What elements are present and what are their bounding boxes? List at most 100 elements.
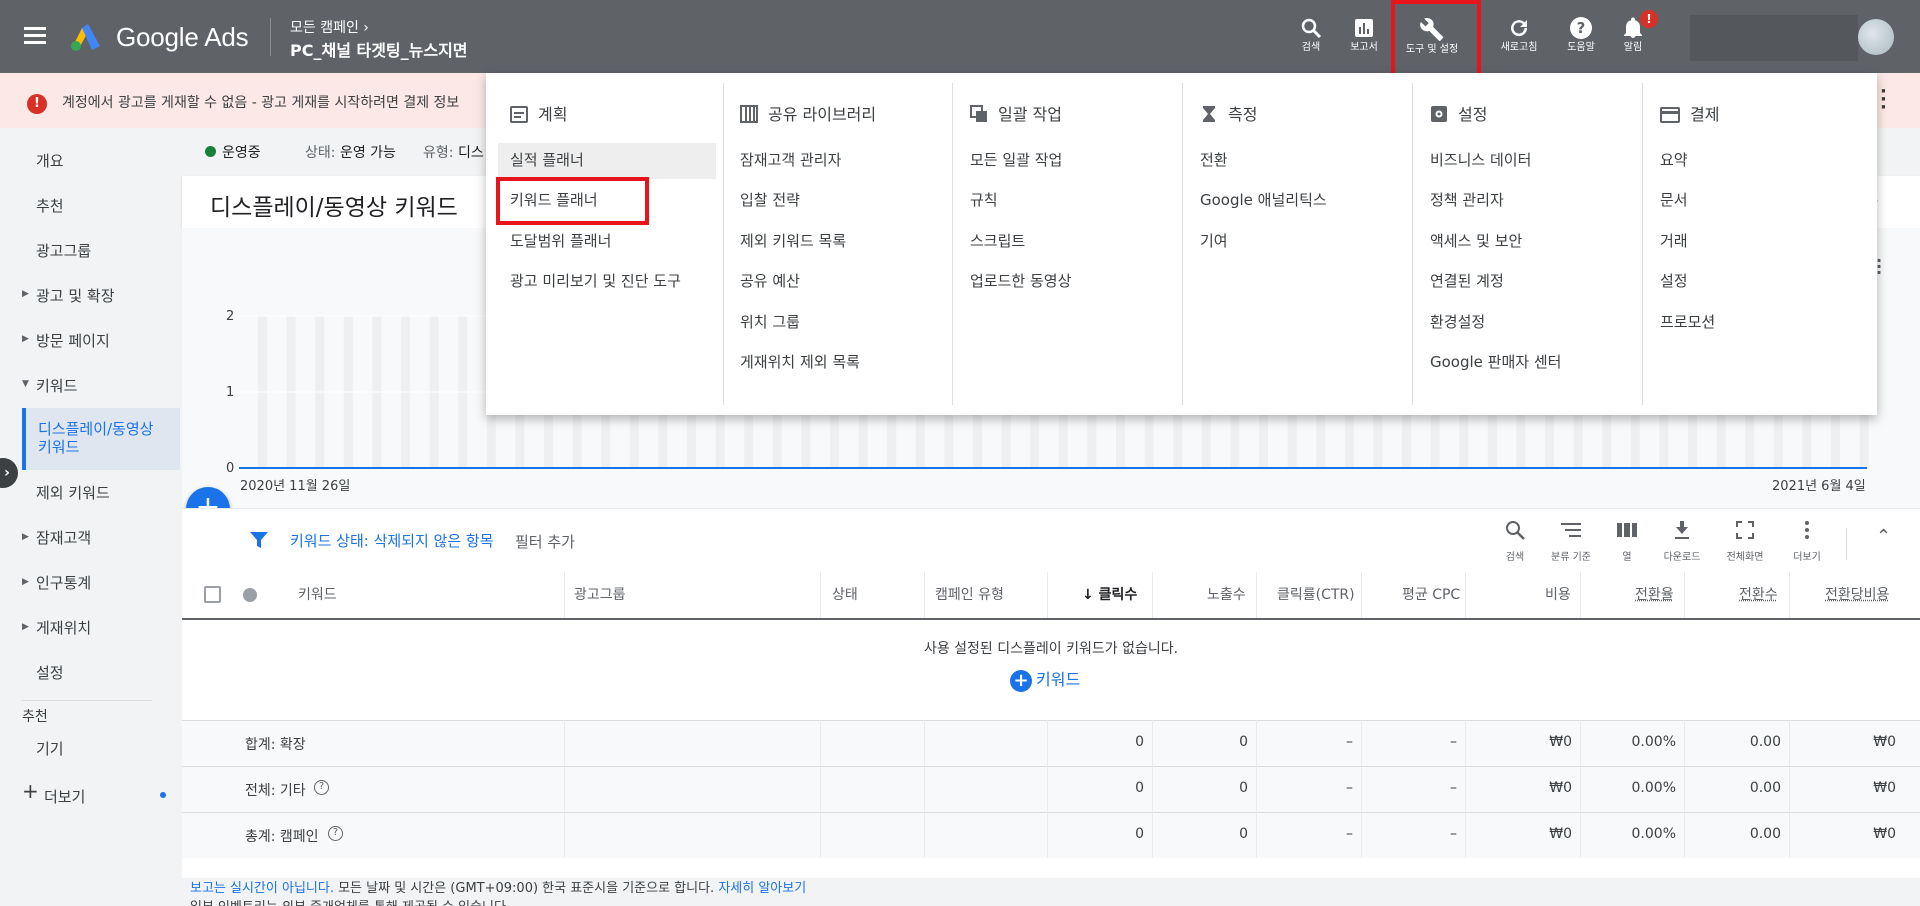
avatar[interactable] xyxy=(1858,19,1894,55)
menu-item-uploaded-videos[interactable]: 업로드한 동영상 xyxy=(970,270,1071,291)
menu-item-conversions[interactable]: 전환 xyxy=(1200,149,1228,170)
column-divider xyxy=(1684,812,1685,858)
sidebar-item-demographics[interactable]: 인구통계 xyxy=(36,572,91,593)
fullscreen-icon xyxy=(1736,521,1754,539)
menu-item-performance-planner[interactable]: 실적 플래너 xyxy=(510,149,584,170)
summary-row-label: 전체: 기타 xyxy=(245,783,306,799)
summary-cell-impressions: 0 xyxy=(1239,734,1248,750)
learn-more-link[interactable]: 자세히 알아보기 xyxy=(718,881,806,896)
col-ctr[interactable]: 클릭률(CTR) xyxy=(1277,572,1355,618)
sidebar-item-settings[interactable]: 설정 xyxy=(36,662,64,683)
col-conv-rate[interactable]: 전환율 xyxy=(1635,572,1674,618)
menu-item-promotions[interactable]: 프로모션 xyxy=(1660,311,1715,332)
menu-item-ad-preview[interactable]: 광고 미리보기 및 진단 도구 xyxy=(510,270,681,291)
search-icon xyxy=(1301,18,1322,39)
chevron-up-icon[interactable]: ⌃ xyxy=(1876,526,1891,547)
campaign-name[interactable]: PC_채널 타겟팅_뉴스지면 xyxy=(290,37,468,61)
menu-item-rules[interactable]: 규칙 xyxy=(970,189,998,210)
select-all-checkbox[interactable] xyxy=(204,586,221,603)
col-status[interactable]: 상태 xyxy=(832,572,858,618)
col-conversions[interactable]: 전환수 xyxy=(1739,572,1778,618)
filter-icon[interactable] xyxy=(249,530,269,550)
menu-item-scripts[interactable]: 스크립트 xyxy=(970,230,1025,251)
menu-item-google-analytics[interactable]: Google 애널리틱스 xyxy=(1200,189,1327,210)
menu-item-linked-accounts[interactable]: 연결된 계정 xyxy=(1430,270,1504,291)
menu-item-preferences[interactable]: 환경설정 xyxy=(1430,311,1485,332)
column-divider xyxy=(1152,766,1153,812)
sidebar-item-display-keywords[interactable]: 디스플레이/동영상 키워드 xyxy=(22,408,180,470)
menu-item-business-data[interactable]: 비즈니스 데이터 xyxy=(1430,149,1531,170)
menu-item-shared-budgets[interactable]: 공유 예산 xyxy=(740,270,800,291)
menu-item-access-security[interactable]: 액세스 및 보안 xyxy=(1430,230,1522,251)
menu-icon[interactable] xyxy=(24,27,46,45)
menu-item-reach-planner[interactable]: 도달범위 플래너 xyxy=(510,230,611,251)
account-info-box[interactable] xyxy=(1690,15,1858,61)
sidebar-item-recommendations[interactable]: 추천 xyxy=(36,195,64,216)
summary-cell-clicks: 0 xyxy=(1135,826,1144,842)
refresh-button[interactable]: 새로고침 xyxy=(1491,12,1547,68)
col-avg-cpc[interactable]: 평균 CPC xyxy=(1402,572,1460,618)
col-keyword[interactable]: 키워드 xyxy=(298,572,337,618)
bar-chart-icon xyxy=(1355,19,1373,37)
col-clicks[interactable]: ↓ 클릭수 xyxy=(1082,572,1137,618)
add-filter-button[interactable]: 필터 추가 xyxy=(515,531,575,552)
column-divider xyxy=(820,812,821,858)
col-impressions[interactable]: 노출수 xyxy=(1207,572,1246,618)
column-divider xyxy=(1580,720,1581,766)
breadcrumb-all-campaigns[interactable]: 모든 캠페인 › xyxy=(290,17,369,37)
menu-item-negative-keyword-lists[interactable]: 제외 키워드 목록 xyxy=(740,230,846,251)
sidebar-item-ads-extensions[interactable]: 광고 및 확장 xyxy=(36,285,115,306)
menu-item-attribution[interactable]: 기여 xyxy=(1200,230,1228,251)
filter-chip[interactable]: 키워드 상태: 삭제되지 않은 항목 xyxy=(290,530,494,551)
alert-more-icon[interactable]: · · · xyxy=(1880,83,1887,117)
realtime-note-link[interactable]: 보고는 실시간이 아닙니다. xyxy=(190,881,334,896)
menu-item-transactions[interactable]: 거래 xyxy=(1660,230,1688,251)
more-options-button[interactable]: 더보기 xyxy=(1779,518,1835,563)
summary-row-label: 합계: 확장 xyxy=(245,737,306,753)
add-keyword-button[interactable]: + 키워드 xyxy=(1010,666,1080,692)
col-campaign-type[interactable]: 캠페인 유형 xyxy=(935,572,1004,618)
sidebar-item-devices[interactable]: 기기 xyxy=(36,738,64,759)
sidebar-item-ad-groups[interactable]: 광고그룹 xyxy=(36,240,91,261)
table-search-button[interactable]: 검색 xyxy=(1487,518,1543,563)
plus-icon: + xyxy=(22,779,39,803)
download-button[interactable]: 다운로드 xyxy=(1654,518,1710,563)
sidebar-item-negative-keywords[interactable]: 제외 키워드 xyxy=(36,482,110,503)
help-circle-icon[interactable]: ? xyxy=(314,780,329,795)
menu-item-documents[interactable]: 문서 xyxy=(1660,189,1688,210)
keyword-planner-highlight-box xyxy=(496,177,649,225)
menu-item-merchant-center[interactable]: Google 판매자 센터 xyxy=(1430,351,1561,372)
summary-cell-avg-cpc: – xyxy=(1450,734,1457,750)
sidebar-item-landing-pages[interactable]: 방문 페이지 xyxy=(36,330,110,351)
menu-col-planning: 계획 실적 플래너 키워드 플래너 도달범위 플래너 광고 미리보기 및 진단 … xyxy=(486,73,717,403)
search-button[interactable]: 검색 xyxy=(1283,12,1339,68)
menu-item-billing-summary[interactable]: 요약 xyxy=(1660,149,1688,170)
menu-item-location-groups[interactable]: 위치 그룹 xyxy=(740,311,800,332)
menu-item-audience-manager[interactable]: 잠재고객 관리자 xyxy=(740,149,841,170)
menu-item-policy-manager[interactable]: 정책 관리자 xyxy=(1430,189,1504,210)
segment-button[interactable]: 분류 기준 xyxy=(1543,518,1599,563)
google-ads-logo-icon xyxy=(71,24,100,51)
columns-button[interactable]: 열 xyxy=(1599,518,1655,563)
menu-item-billing-settings[interactable]: 설정 xyxy=(1660,270,1688,291)
type-label: 유형: 디스 xyxy=(423,145,484,161)
download-icon xyxy=(1675,521,1689,539)
help-button[interactable]: ? 도움말 xyxy=(1553,12,1609,68)
summary-cell-cost: ₩0 xyxy=(1549,780,1572,796)
help-circle-icon[interactable]: ? xyxy=(328,826,343,841)
sidebar-item-audiences[interactable]: 잠재고객 xyxy=(36,527,91,548)
reports-button[interactable]: 보고서 xyxy=(1336,12,1392,68)
sidebar-item-more[interactable]: 더보기 xyxy=(44,786,85,807)
sidebar-item-placements[interactable]: 게재위치 xyxy=(36,617,91,638)
chart-end-date: 2021년 6월 4일 xyxy=(1772,479,1866,494)
fullscreen-button[interactable]: 전체화면 xyxy=(1717,518,1773,563)
col-cost-per-conv[interactable]: 전환당비용 xyxy=(1825,572,1889,618)
col-ad-group[interactable]: 광고그룹 xyxy=(574,572,626,618)
col-cost[interactable]: 비용 xyxy=(1545,572,1571,618)
summary-cell-clicks: 0 xyxy=(1135,734,1144,750)
menu-item-all-bulk-actions[interactable]: 모든 일괄 작업 xyxy=(970,149,1062,170)
menu-item-placement-exclusions[interactable]: 게재위치 제외 목록 xyxy=(740,351,860,372)
menu-item-bid-strategies[interactable]: 입찰 전략 xyxy=(740,189,800,210)
sidebar-item-overview[interactable]: 개요 xyxy=(36,150,64,171)
sidebar-item-keywords[interactable]: 키워드 xyxy=(36,375,77,396)
